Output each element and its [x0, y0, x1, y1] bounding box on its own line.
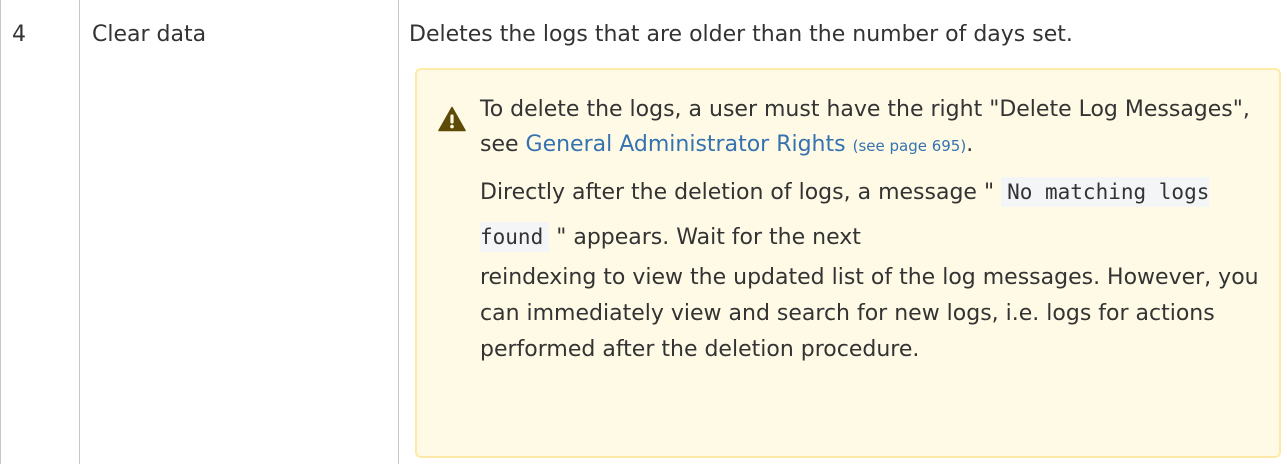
reindexing-text: reindexing to view the updated list of t…: [480, 265, 1259, 362]
warning-paragraph-deletion: Directly after the deletion of logs, a m…: [480, 170, 1270, 368]
warning-text: To delete the logs, a user must have the…: [480, 92, 1270, 368]
row-description: Deletes the logs that are older than the…: [409, 22, 1073, 47]
column-divider: [79, 0, 80, 464]
warning-panel: To delete the logs, a user must have the…: [415, 68, 1281, 458]
row-number: 4: [12, 22, 26, 47]
general-administrator-rights-link[interactable]: General Administrator Rights: [526, 132, 846, 157]
warning-paragraph-rights: To delete the logs, a user must have the…: [480, 92, 1270, 164]
page-reference-link[interactable]: (see page 695): [853, 137, 967, 155]
deletion-text: Directly after the deletion of logs, a m…: [480, 180, 995, 205]
table-row: 4 Clear data Deletes the logs that are o…: [0, 0, 1287, 464]
rights-text-end: .: [966, 132, 974, 157]
column-divider: [398, 0, 399, 464]
deletion-text-after-code: " appears. Wait for the next: [556, 225, 861, 250]
row-name: Clear data: [92, 22, 207, 47]
warning-icon: [438, 106, 466, 132]
table-border-left: [0, 0, 1, 464]
